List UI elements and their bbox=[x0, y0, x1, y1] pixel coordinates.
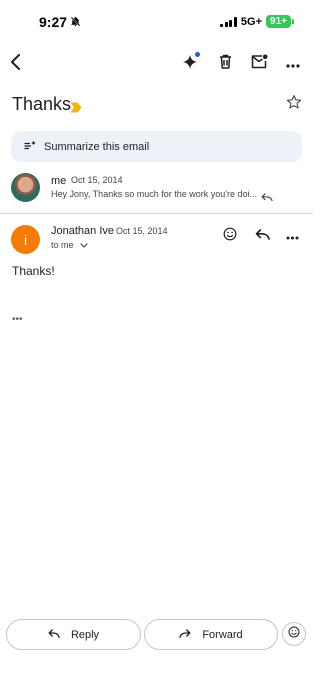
star-button[interactable] bbox=[286, 94, 302, 115]
message-more-button[interactable] bbox=[281, 225, 303, 247]
add-reaction-button[interactable] bbox=[219, 225, 241, 247]
summarize-label: Summarize this email bbox=[44, 140, 150, 153]
mark-unread-icon bbox=[251, 54, 268, 74]
emoji-reaction-button[interactable] bbox=[282, 622, 306, 646]
important-label-icon[interactable] bbox=[70, 100, 82, 118]
star-outline-icon bbox=[286, 95, 302, 114]
reply-arrow-icon[interactable] bbox=[261, 188, 273, 206]
back-arrow-icon bbox=[9, 53, 23, 75]
network-type: 5G+ bbox=[240, 15, 263, 28]
battery-indicator: 91+ bbox=[266, 15, 294, 28]
status-bar: 9:27 5G+ 91+ bbox=[0, 0, 313, 44]
emoji-icon bbox=[223, 227, 237, 246]
sender-avatar[interactable]: i bbox=[11, 225, 40, 254]
signal-icon bbox=[220, 16, 237, 27]
recipient-details-toggle[interactable]: to me bbox=[51, 240, 88, 250]
collapsed-snippet: Hey Jony, Thanks so much for the work yo… bbox=[51, 189, 257, 199]
reply-button[interactable] bbox=[251, 225, 273, 247]
mark-unread-button[interactable] bbox=[245, 50, 273, 78]
status-time: 9:27 bbox=[39, 14, 81, 30]
email-subject: Thanks bbox=[12, 94, 72, 114]
reply-icon bbox=[48, 628, 60, 641]
forward-pill-button[interactable]: Forward bbox=[144, 619, 278, 650]
more-options-button[interactable] bbox=[279, 50, 307, 78]
expanded-message-header: i Jonathan Ive Oct 15, 2014 to me bbox=[0, 222, 313, 262]
status-time-text: 9:27 bbox=[39, 14, 68, 30]
more-horizontal-icon bbox=[286, 227, 299, 245]
reply-pill-button[interactable]: Reply bbox=[6, 619, 141, 650]
gemini-button[interactable] bbox=[176, 50, 204, 78]
bell-muted-icon bbox=[70, 14, 81, 30]
subject-row: Thanks bbox=[12, 94, 302, 118]
thread-divider bbox=[0, 213, 313, 214]
email-toolbar bbox=[0, 50, 313, 78]
sender-avatar-photo bbox=[11, 173, 40, 202]
collapsed-date: Oct 15, 2014 bbox=[71, 175, 123, 185]
message-body: Thanks! bbox=[12, 264, 55, 278]
reply-label: Reply bbox=[70, 628, 100, 641]
collapsed-message[interactable]: me Oct 15, 2014 Hey Jony, Thanks so much… bbox=[0, 170, 313, 214]
notification-dot bbox=[195, 52, 200, 57]
emoji-icon bbox=[288, 625, 300, 643]
reply-icon bbox=[255, 227, 270, 245]
recipient-text: to me bbox=[51, 240, 74, 250]
more-horizontal-icon bbox=[286, 55, 300, 73]
bottom-action-bar: Reply Forward bbox=[0, 619, 313, 651]
show-trimmed-content-button[interactable]: ••• bbox=[12, 314, 23, 325]
chevron-down-icon bbox=[79, 240, 88, 250]
collapsed-sender: me bbox=[51, 175, 67, 187]
expanded-sender: Jonathan Ive bbox=[51, 225, 114, 237]
status-indicators: 5G+ 91+ bbox=[220, 15, 294, 28]
expanded-date: Oct 15, 2014 bbox=[116, 226, 168, 236]
forward-icon bbox=[179, 628, 191, 641]
back-button[interactable] bbox=[2, 50, 30, 78]
forward-label: Forward bbox=[202, 628, 243, 641]
summarize-email-button[interactable]: Summarize this email bbox=[11, 131, 302, 162]
trash-icon bbox=[219, 54, 232, 74]
summarize-sparkle-icon bbox=[24, 140, 36, 153]
delete-button[interactable] bbox=[211, 50, 239, 78]
